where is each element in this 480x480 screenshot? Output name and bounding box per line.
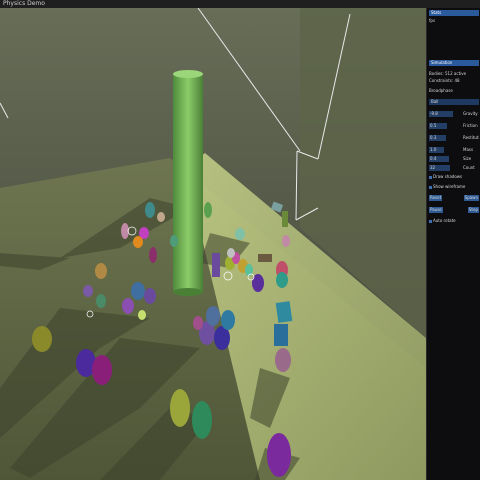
- box: [212, 253, 220, 277]
- ball: [170, 235, 178, 247]
- slider-row[interactable]: -9.8 Gravity: [429, 111, 479, 117]
- slider-label: Count: [463, 165, 475, 170]
- spawn-button[interactable]: Spawn: [463, 195, 479, 201]
- app-window: Physics Demo Stats fps Simulation Bodies…: [0, 0, 480, 480]
- reset-button[interactable]: Reset: [429, 195, 443, 201]
- ball: [206, 306, 220, 326]
- ball: [204, 202, 212, 218]
- ball: [282, 235, 290, 247]
- checkbox-autorotate[interactable]: Auto rotate: [429, 218, 479, 224]
- box: [282, 211, 288, 227]
- checkbox-label: Auto rotate: [433, 218, 456, 223]
- slider-value: 0.3: [430, 135, 437, 140]
- shape-dropdown[interactable]: Ball: [429, 99, 479, 105]
- slider-value: -9.8: [430, 111, 438, 116]
- stats-header[interactable]: Stats: [429, 10, 479, 16]
- ball: [157, 212, 165, 222]
- title-bar: Physics Demo: [0, 0, 480, 8]
- ball: [276, 272, 288, 288]
- pause-button[interactable]: Pause: [429, 207, 443, 213]
- ball: [92, 355, 112, 385]
- checkbox-label: Draw shadows: [433, 174, 463, 179]
- slider-row[interactable]: 1.0 Mass: [429, 147, 479, 153]
- button-row-2: Pause Step: [429, 207, 479, 213]
- checkbox-icon: [429, 175, 432, 179]
- slider-label: Gravity: [463, 111, 478, 116]
- ball: [267, 433, 291, 477]
- checkbox-icon: [429, 185, 432, 189]
- step-button[interactable]: Step: [467, 207, 479, 213]
- slider-value: 0.5: [430, 123, 437, 128]
- window-title: Physics Demo: [3, 0, 45, 7]
- ball: [122, 298, 134, 314]
- ball: [275, 348, 291, 372]
- ball: [145, 202, 155, 218]
- ball: [170, 389, 190, 427]
- ball: [138, 310, 146, 320]
- green-pillar: [173, 70, 203, 296]
- info-line-2: Constraints: 48: [429, 78, 460, 83]
- ball: [32, 326, 52, 352]
- checkbox-icon: [429, 219, 432, 223]
- box: [258, 254, 272, 262]
- ball: [96, 294, 106, 308]
- box: [274, 324, 288, 346]
- stats-line: fps: [429, 18, 436, 23]
- ball: [144, 288, 156, 304]
- ball: [95, 263, 107, 279]
- ball: [83, 285, 93, 297]
- checkbox-shadows[interactable]: Draw shadows: [429, 174, 479, 180]
- slider-value: 0.4: [430, 156, 437, 161]
- 3d-viewport[interactable]: [0, 7, 426, 480]
- button-row-1: Reset Spawn: [429, 195, 479, 201]
- ball: [235, 228, 245, 240]
- info-line-1: Bodies: 512 active: [429, 71, 467, 76]
- ball: [227, 248, 235, 258]
- info-line-3: Broadphase: [429, 88, 453, 93]
- slider-label: Size: [463, 156, 472, 161]
- slider-value: 32: [430, 165, 436, 170]
- ball: [131, 282, 145, 300]
- checkbox-wireframe[interactable]: Show wireframe: [429, 184, 479, 190]
- slider-row[interactable]: 0.5 Friction: [429, 123, 479, 129]
- checkbox-label: Show wireframe: [433, 184, 466, 189]
- slider-label: Friction: [463, 123, 478, 128]
- slider-row[interactable]: 32 Count: [429, 165, 479, 171]
- slider-row[interactable]: 0.3 Restitution: [429, 135, 479, 141]
- slider-label: Mass: [463, 147, 474, 152]
- ball: [133, 236, 143, 248]
- ball: [149, 247, 157, 263]
- ball: [193, 316, 203, 330]
- inspector-panel: Stats fps Simulation Bodies: 512 active …: [426, 8, 480, 480]
- box: [275, 301, 293, 323]
- ball: [192, 401, 212, 439]
- ball: [221, 310, 235, 330]
- slider-value: 1.0: [430, 147, 437, 152]
- slider-row[interactable]: 0.4 Size: [429, 156, 479, 162]
- slider-label: Restitution: [463, 135, 479, 140]
- simulation-header[interactable]: Simulation: [429, 60, 479, 66]
